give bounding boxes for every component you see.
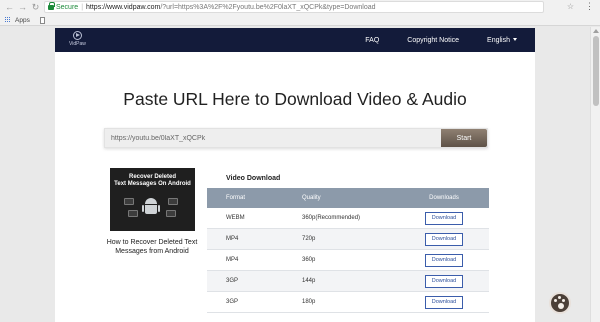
header-downloads: Downloads [429,195,459,201]
format-cell: MP4 [226,236,239,242]
language-selector[interactable]: English [487,37,517,44]
url-path: /?url=https%3A%2F%2Fyoutu.be%2F0laXT_xQC… [160,3,376,11]
main-content: Paste URL Here to Download Video & Audio… [55,52,535,322]
page-headline: Paste URL Here to Download Video & Audio [123,89,467,109]
message-bubble-icon [168,198,178,205]
page-scrollbar[interactable] [590,27,600,322]
message-bubble-icon [124,198,134,205]
back-arrow-icon[interactable]: ← [4,2,15,13]
download-button[interactable]: Download [425,211,463,225]
format-cell: WEBM [226,215,245,221]
bookmark-apps[interactable]: Apps [15,17,30,24]
downloads-table: Format Quality Downloads WEBM 360p(Recom… [207,188,489,313]
browser-chrome: ← → ↻ Secure | https://www.vidpaw.com /?… [0,0,600,26]
table-row: 3GP 180p Download [207,292,489,313]
header-nav: FAQ Copyright Notice English [365,28,517,52]
forward-arrow-icon[interactable]: → [17,2,28,13]
scroll-up-arrow-icon[interactable] [593,29,599,33]
format-cell: 3GP [226,299,239,305]
table-header: Format Quality Downloads [207,188,489,208]
download-button[interactable]: Download [425,295,463,309]
video-download-title: Video Download [226,175,281,182]
download-button[interactable]: Download [425,274,463,288]
caret-down-icon [513,38,517,42]
bookmark-star-icon[interactable]: ☆ [567,2,574,11]
quality-cell: 144p [302,278,316,284]
table-row: WEBM 360p(Recommended) Download [207,208,489,229]
scroll-thumb[interactable] [593,36,599,106]
android-robot-icon [142,198,160,218]
message-bubble-icon [166,210,176,217]
browser-nav-buttons: ← → ↻ [4,2,41,13]
thumbnail-subtitle: Text Messages On Android [114,181,191,187]
url-host: https://www.vidpaw.com [86,3,161,11]
nav-faq[interactable]: FAQ [365,37,379,44]
address-separator: | [81,3,84,11]
browser-menu-icon[interactable]: ⋮ [585,1,594,12]
page-icon[interactable] [39,16,45,24]
secure-label: Secure [56,3,79,11]
format-cell: MP4 [226,257,239,263]
url-search-bar: Start [104,128,488,148]
quality-cell: 720p [302,236,316,242]
site-header: VidPaw FAQ Copyright Notice English [55,28,535,52]
table-row: MP4 360p Download [207,250,489,271]
url-input[interactable] [111,129,431,147]
thumbnail-title: Recover Deleted [128,174,177,180]
address-bar[interactable]: Secure | https://www.vidpaw.com /?url=ht… [44,1,544,13]
quality-cell: 360p(Recommended) [302,215,361,221]
lock-icon [48,2,55,10]
header-quality: Quality [302,195,321,201]
format-cell: 3GP [226,278,239,284]
table-row: 3GP 144p Download [207,271,489,292]
message-bubble-icon [128,210,138,217]
paw-icon [558,303,564,309]
download-button[interactable]: Download [425,253,463,267]
quality-cell: 180p [302,299,316,305]
start-button[interactable]: Start [441,129,487,147]
bookmarks-bar: Apps [0,14,600,26]
quality-cell: 360p [302,257,316,263]
apps-grid-icon[interactable] [5,17,11,23]
header-format: Format [226,195,246,201]
nav-copyright-notice[interactable]: Copyright Notice [407,37,459,44]
logo-text: VidPaw [69,41,86,47]
paw-chat-widget[interactable] [549,292,571,314]
play-logo-icon [72,31,82,40]
video-thumbnail[interactable]: Recover Deleted Text Messages On Android [110,168,195,231]
site-logo[interactable]: VidPaw [69,31,86,47]
video-caption: How to Recover Deleted Text Messages fro… [106,239,198,255]
language-label: English [487,36,510,44]
reload-icon[interactable]: ↻ [30,2,41,13]
download-button[interactable]: Download [425,232,463,246]
table-row: MP4 720p Download [207,229,489,250]
